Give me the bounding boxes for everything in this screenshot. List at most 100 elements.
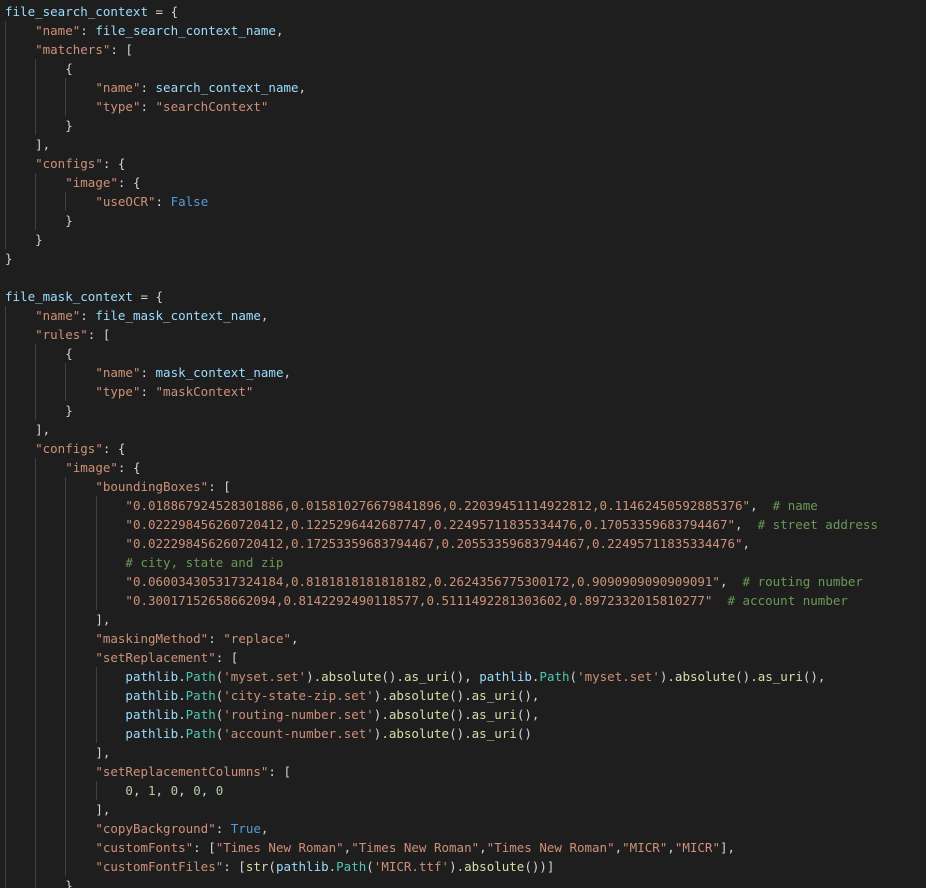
code-line[interactable]: "configs": {	[0, 154, 926, 173]
code-line[interactable]: }	[0, 211, 926, 230]
code-line[interactable]: ],	[0, 610, 926, 629]
string-literal: "rules"	[35, 327, 88, 342]
code-line[interactable]: "copyBackground": True,	[0, 819, 926, 838]
code-line[interactable]: "0.060034305317324184,0.8181818181818182…	[0, 572, 926, 591]
indent-guide	[65, 629, 67, 648]
code-line[interactable]	[0, 268, 926, 287]
string-literal: "customFonts"	[95, 840, 194, 855]
code-line[interactable]: "type": "searchContext"	[0, 97, 926, 116]
code-line[interactable]: }	[0, 116, 926, 135]
code-line[interactable]: "name": file_search_context_name,	[0, 21, 926, 40]
indent-guide	[5, 458, 6, 477]
string-literal: 'myset.set'	[577, 669, 660, 684]
punctuation: .	[178, 688, 186, 703]
code-line[interactable]: "customFontFiles": [str(pathlib.Path('MI…	[0, 857, 926, 876]
code-line[interactable]: ],	[0, 743, 926, 762]
code-line[interactable]: "type": "maskContext"	[0, 382, 926, 401]
code-line[interactable]: {	[0, 59, 926, 78]
indent-guide	[5, 306, 6, 325]
punctuation: ,	[275, 23, 284, 38]
code-line[interactable]: 0, 1, 0, 0, 0	[0, 781, 926, 800]
code-line[interactable]: "setReplacementColumns": [	[0, 762, 926, 781]
indent-guide	[65, 743, 67, 762]
punctuation: ().	[735, 669, 758, 684]
code-line[interactable]: "name": mask_context_name,	[0, 363, 926, 382]
code-line[interactable]: ],	[0, 800, 926, 819]
punctuation: ],	[95, 612, 111, 627]
punctuation: }	[65, 403, 73, 418]
indent-guide	[35, 363, 37, 382]
punctuation: ().	[449, 726, 472, 741]
code-line[interactable]: pathlib.Path('routing-number.set').absol…	[0, 705, 926, 724]
indent-guide	[5, 724, 6, 743]
code-line[interactable]: "image": {	[0, 458, 926, 477]
code-line[interactable]: "0.022298456260720412,0.1225296442687747…	[0, 515, 926, 534]
indent-guide	[5, 686, 6, 705]
indent-guide	[35, 762, 37, 781]
code-line[interactable]: "configs": {	[0, 439, 926, 458]
code-line[interactable]: "matchers": [	[0, 40, 926, 59]
code-line[interactable]: }	[0, 876, 926, 888]
string-literal: 'account-number.set'	[223, 726, 374, 741]
punctuation: {	[65, 346, 73, 361]
punctuation: ,	[260, 308, 269, 323]
code-line[interactable]: file_mask_context = {	[0, 287, 926, 306]
number-literal: 1	[148, 783, 156, 798]
code-line[interactable]: "customFonts": ["Times New Roman","Times…	[0, 838, 926, 857]
indent-guide	[5, 211, 6, 230]
indent-guide	[5, 800, 6, 819]
indent-guide	[35, 667, 37, 686]
code-line[interactable]: "useOCR": False	[0, 192, 926, 211]
string-literal: "name"	[95, 365, 141, 380]
indent-guide	[35, 496, 37, 515]
code-line[interactable]: "maskingMethod": "replace",	[0, 629, 926, 648]
indent-guide	[5, 591, 6, 610]
code-line[interactable]: }	[0, 230, 926, 249]
number-literal: 0	[170, 783, 179, 798]
code-line[interactable]: "0.30017152658662094,0.8142292490118577,…	[0, 591, 926, 610]
indent-guide	[35, 781, 37, 800]
code-line[interactable]: "boundingBoxes": [	[0, 477, 926, 496]
code-line[interactable]: pathlib.Path('city-state-zip.set').absol…	[0, 686, 926, 705]
function-name: as_uri	[757, 669, 803, 684]
code-editor[interactable]: file_search_context = { "name": file_sea…	[0, 0, 926, 888]
code-line[interactable]: }	[0, 249, 926, 268]
function-name: as_uri	[471, 726, 517, 741]
code-line[interactable]: ],	[0, 420, 926, 439]
indent-guide	[35, 458, 37, 477]
indent-guide	[5, 363, 6, 382]
punctuation: : {	[102, 156, 126, 171]
code-line[interactable]: ],	[0, 135, 926, 154]
identifier: pathlib	[479, 669, 532, 684]
indent-guide	[5, 382, 6, 401]
punctuation: :	[215, 821, 231, 836]
code-line[interactable]: {	[0, 344, 926, 363]
class-name: Path	[185, 707, 216, 722]
code-line[interactable]: }	[0, 401, 926, 420]
code-line[interactable]: "name": file_mask_context_name,	[0, 306, 926, 325]
code-line[interactable]: "0.018867924528301886,0.0158102766798418…	[0, 496, 926, 515]
punctuation: ,	[132, 783, 149, 798]
indent-guide	[5, 743, 6, 762]
code-line[interactable]: "rules": [	[0, 325, 926, 344]
code-line[interactable]: # city, state and zip	[0, 553, 926, 572]
indent-guide	[95, 781, 97, 800]
code-line[interactable]: "name": search_context_name,	[0, 78, 926, 97]
indent-guide	[35, 819, 37, 838]
code-line[interactable]: "setReplacement": [	[0, 648, 926, 667]
function-name: absolute	[388, 726, 450, 741]
code-line[interactable]: "0.022298456260720412,0.1725335968379446…	[0, 534, 926, 553]
code-line[interactable]: file_search_context = {	[0, 2, 926, 21]
punctuation: }	[35, 232, 43, 247]
code-line[interactable]: pathlib.Path('account-number.set').absol…	[0, 724, 926, 743]
code-line[interactable]: "image": {	[0, 173, 926, 192]
number-literal: 0	[125, 783, 133, 798]
punctuation: : [	[208, 479, 231, 494]
code-line[interactable]: pathlib.Path('myset.set').absolute().as_…	[0, 667, 926, 686]
